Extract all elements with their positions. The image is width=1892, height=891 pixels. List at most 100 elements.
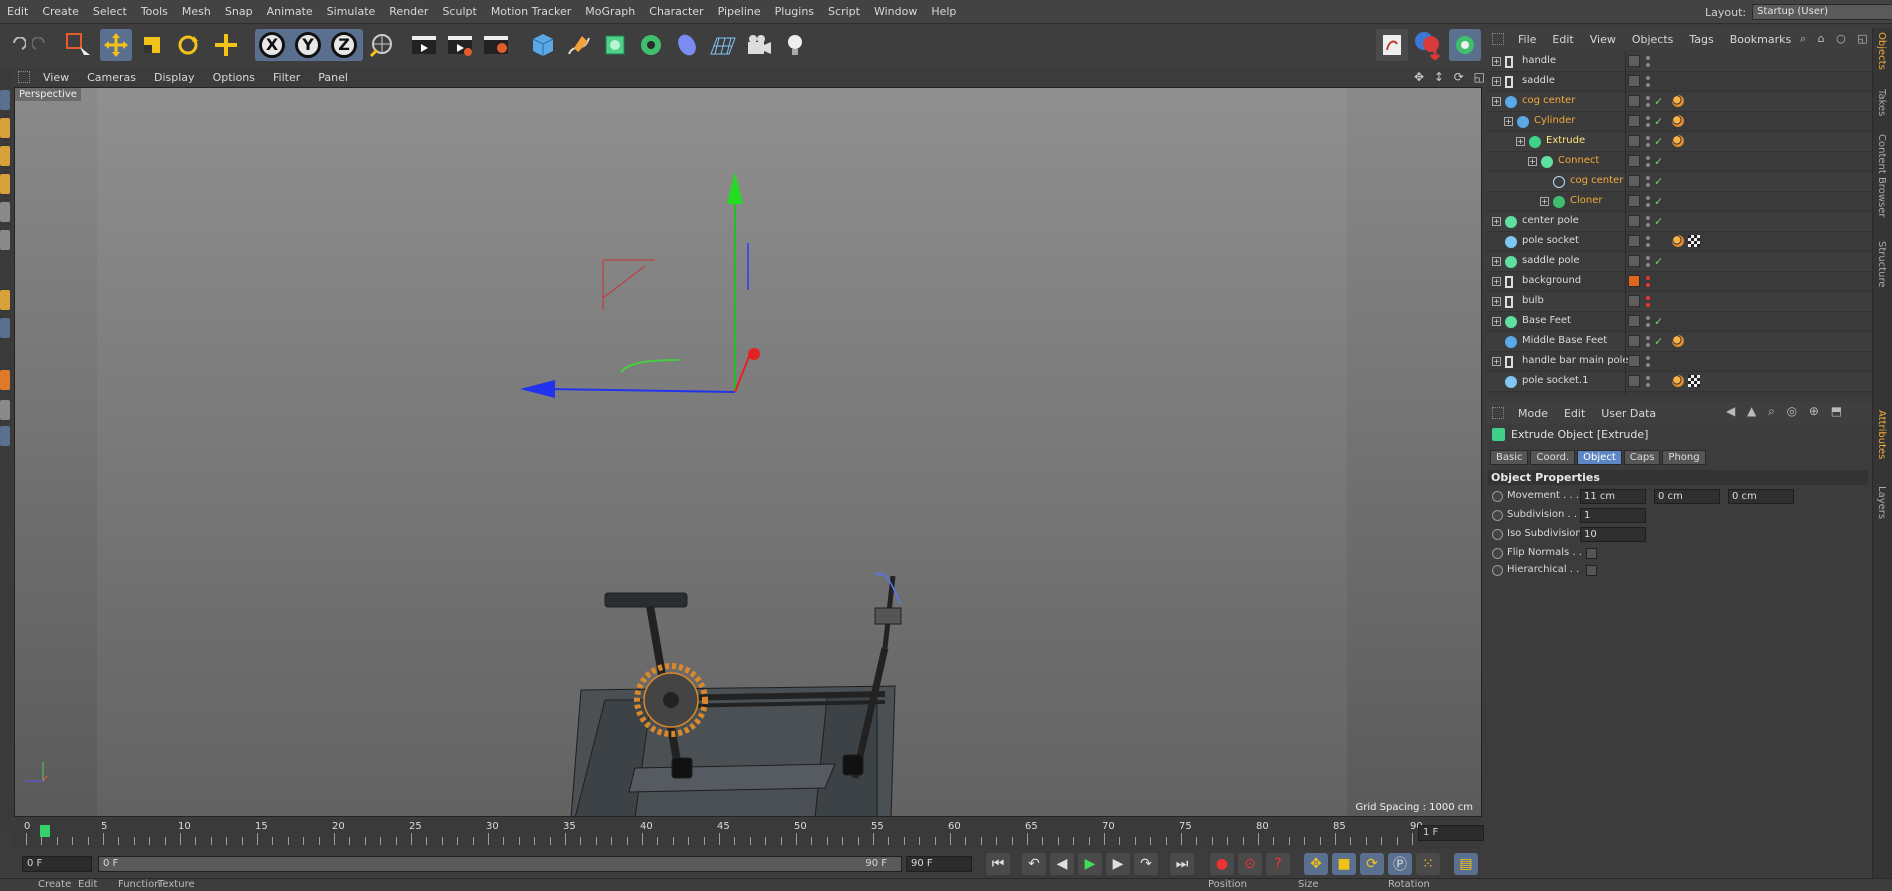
enabled-check-icon[interactable]: ✓ bbox=[1654, 195, 1663, 208]
visibility-dot-icon[interactable] bbox=[1646, 196, 1650, 200]
render-dot-icon[interactable] bbox=[1646, 83, 1650, 87]
bottom-menu-edit[interactable]: Edit bbox=[78, 879, 97, 890]
material-tag-icon[interactable] bbox=[1672, 135, 1684, 147]
visibility-dot-icon[interactable] bbox=[1646, 216, 1650, 220]
snap-icon[interactable] bbox=[0, 370, 10, 390]
viewport-menu-view[interactable]: View bbox=[34, 71, 78, 84]
tree-expand-icon[interactable] bbox=[1492, 237, 1501, 246]
render-dot-icon[interactable] bbox=[1646, 163, 1650, 167]
side-tab-attributes[interactable]: Attributes bbox=[1876, 410, 1887, 459]
side-tab-layers[interactable]: Layers bbox=[1876, 486, 1887, 519]
go-to-start-icon[interactable]: ⏮ bbox=[986, 853, 1010, 875]
menu-item-tools[interactable]: Tools bbox=[134, 5, 175, 18]
visibility-dot-icon[interactable] bbox=[1646, 356, 1650, 360]
enabled-check-icon[interactable]: ✓ bbox=[1654, 215, 1663, 228]
tree-expand-icon[interactable]: + bbox=[1516, 137, 1525, 146]
coordinate-system-icon[interactable] bbox=[365, 29, 397, 61]
om-menu-bookmarks[interactable]: Bookmarks bbox=[1722, 33, 1799, 46]
side-tab-structure[interactable]: Structure bbox=[1876, 241, 1887, 288]
tree-expand-icon[interactable]: + bbox=[1492, 297, 1501, 306]
render-dot-icon[interactable] bbox=[1646, 283, 1650, 287]
render-dot-icon[interactable] bbox=[1646, 203, 1650, 207]
menu-item-script[interactable]: Script bbox=[821, 5, 867, 18]
menu-item-sculpt[interactable]: Sculpt bbox=[435, 5, 483, 18]
start-frame-field[interactable]: 0 F bbox=[22, 856, 92, 872]
tree-expand-icon[interactable]: + bbox=[1492, 97, 1501, 106]
render-dot-icon[interactable] bbox=[1646, 343, 1650, 347]
visibility-dot-icon[interactable] bbox=[1646, 116, 1650, 120]
record-pla-icon[interactable]: ⁙ bbox=[1416, 853, 1440, 875]
material-tag-icon[interactable] bbox=[1672, 115, 1684, 127]
attr-tab-basic[interactable]: Basic bbox=[1490, 450, 1529, 465]
panel-grip-icon[interactable] bbox=[1492, 407, 1504, 419]
menu-item-pipeline[interactable]: Pipeline bbox=[711, 5, 768, 18]
visibility-dot-icon[interactable] bbox=[1646, 136, 1650, 140]
visibility-dot-icon[interactable] bbox=[1646, 336, 1650, 340]
editor-visibility-icon[interactable] bbox=[1628, 315, 1640, 327]
tree-expand-icon[interactable]: + bbox=[1492, 217, 1501, 226]
editor-visibility-icon[interactable] bbox=[1628, 355, 1640, 367]
playhead-marker[interactable] bbox=[40, 825, 50, 837]
checker-texture-tag-icon[interactable] bbox=[1688, 375, 1700, 387]
viewport-menu-filter[interactable]: Filter bbox=[264, 71, 309, 84]
editor-visibility-icon[interactable] bbox=[1628, 335, 1640, 347]
object-row-extrude[interactable]: + Extrude ✓ bbox=[1486, 132, 1872, 152]
frame-ruler[interactable]: 0 5 10 15 20 25 30 35 40 45 50 55 60 65 70 75 80 85 90 bbox=[24, 821, 1423, 847]
camera-icon[interactable] bbox=[743, 29, 775, 61]
object-row-base-feet[interactable]: + Base Feet ✓ bbox=[1486, 312, 1872, 332]
subdivision-surface-icon[interactable] bbox=[599, 29, 631, 61]
object-row-bulb[interactable]: + bulb bbox=[1486, 292, 1872, 312]
viewport-menu-display[interactable]: Display bbox=[145, 71, 204, 84]
y-axis-lock-button[interactable]: Y bbox=[293, 29, 323, 61]
visibility-dot-icon[interactable] bbox=[1646, 256, 1650, 260]
flip-normals-animate-radio[interactable] bbox=[1492, 548, 1503, 559]
subdivision-field[interactable]: 1 bbox=[1580, 508, 1646, 523]
movement-x-field[interactable]: 11 cm bbox=[1580, 489, 1646, 504]
visibility-dot-icon[interactable] bbox=[1646, 156, 1650, 160]
tree-expand-icon[interactable]: + bbox=[1528, 157, 1537, 166]
object-manager-tools-icons[interactable]: ⌕ ⌂ ○ ◱ bbox=[1800, 32, 1872, 46]
object-row-handle[interactable]: + handle bbox=[1486, 52, 1872, 72]
timeline-ruler[interactable]: 0 5 10 15 20 25 30 35 40 45 50 55 60 65 70 75 80 85 90 1 F bbox=[14, 819, 1484, 849]
next-frame-icon[interactable]: ▶ bbox=[1106, 853, 1130, 875]
menu-item-create[interactable]: Create bbox=[35, 5, 86, 18]
points-mode-icon[interactable] bbox=[0, 174, 10, 194]
timeline-window-icon[interactable]: ▤ bbox=[1454, 853, 1478, 875]
record-rotation-icon[interactable]: ⟳ bbox=[1360, 853, 1384, 875]
render-picture-viewer-icon[interactable] bbox=[444, 29, 476, 61]
enabled-check-icon[interactable]: ✓ bbox=[1654, 175, 1663, 188]
render-settings-icon[interactable] bbox=[480, 29, 512, 61]
attr-tab-phong[interactable]: Phong bbox=[1662, 450, 1706, 465]
menu-item-plugins[interactable]: Plugins bbox=[768, 5, 821, 18]
menu-item-motion-tracker[interactable]: Motion Tracker bbox=[484, 5, 578, 18]
viewport-menu-panel[interactable]: Panel bbox=[309, 71, 357, 84]
attr-tab-caps[interactable]: Caps bbox=[1623, 450, 1661, 465]
previous-key-icon[interactable]: ↶ bbox=[1022, 853, 1046, 875]
workplane-lock-icon[interactable] bbox=[0, 400, 10, 420]
am-menu-user-data[interactable]: User Data bbox=[1593, 407, 1664, 420]
render-dot-icon[interactable] bbox=[1646, 143, 1650, 147]
object-row-saddle-pole[interactable]: + saddle pole ✓ bbox=[1486, 252, 1872, 272]
next-key-icon[interactable]: ↷ bbox=[1134, 853, 1158, 875]
bottom-menu-function[interactable]: Function bbox=[118, 879, 161, 890]
visibility-dot-icon[interactable] bbox=[1646, 376, 1650, 380]
viewport-menu-options[interactable]: Options bbox=[204, 71, 264, 84]
editor-visibility-icon[interactable] bbox=[1628, 375, 1640, 387]
panel-grip-icon[interactable] bbox=[1492, 33, 1504, 45]
enabled-check-icon[interactable]: ✓ bbox=[1654, 115, 1663, 128]
editor-visibility-icon[interactable] bbox=[1628, 55, 1640, 67]
end-frame-field[interactable]: 90 F bbox=[906, 856, 972, 872]
enabled-check-icon[interactable]: ✓ bbox=[1654, 135, 1663, 148]
menu-item-character[interactable]: Character bbox=[642, 5, 710, 18]
menu-item-simulate[interactable]: Simulate bbox=[320, 5, 383, 18]
editor-visibility-icon[interactable] bbox=[1628, 135, 1640, 147]
editor-visibility-icon[interactable] bbox=[1628, 215, 1640, 227]
render-dot-icon[interactable] bbox=[1646, 363, 1650, 367]
enabled-check-icon[interactable]: ✓ bbox=[1654, 255, 1663, 268]
tree-expand-icon[interactable]: + bbox=[1492, 357, 1501, 366]
visibility-dot-icon[interactable] bbox=[1646, 276, 1650, 280]
editor-visibility-icon[interactable] bbox=[1628, 155, 1640, 167]
menu-item-animate[interactable]: Animate bbox=[260, 5, 320, 18]
render-dot-icon[interactable] bbox=[1646, 223, 1650, 227]
object-row-cylinder[interactable]: + Cylinder ✓ bbox=[1486, 112, 1872, 132]
